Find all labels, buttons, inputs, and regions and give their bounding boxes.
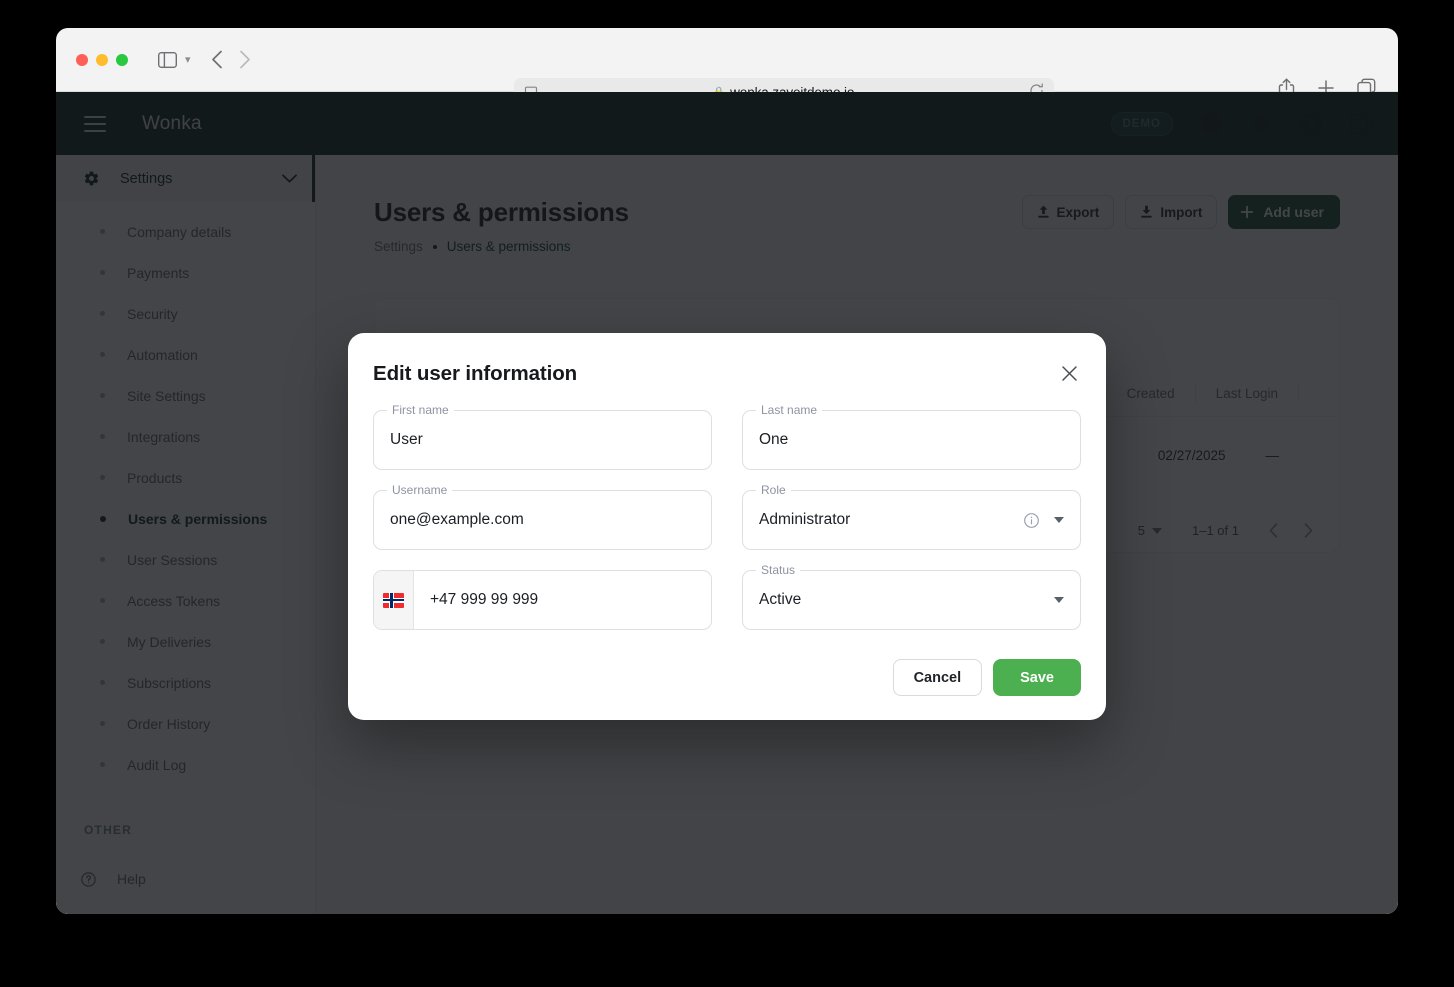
info-icon[interactable] <box>1023 512 1040 529</box>
maximize-window-button[interactable] <box>116 53 128 66</box>
last-name-label: Last name <box>756 404 823 417</box>
phone-field[interactable]: +47 999 99 999 <box>373 570 712 630</box>
modal-title: Edit user information <box>373 362 578 385</box>
username-field[interactable]: Username one@example.com <box>373 484 712 550</box>
first-name-label: First name <box>387 404 454 417</box>
role-adornments <box>1023 512 1064 529</box>
save-button[interactable]: Save <box>993 659 1081 696</box>
window-traffic-lights <box>76 53 128 66</box>
sidebar-toggle-icon[interactable] <box>158 51 177 68</box>
norway-flag-icon <box>383 592 404 608</box>
phone-value: +47 999 99 999 <box>430 591 539 608</box>
status-select[interactable]: Status Active <box>742 564 1081 630</box>
status-adornments <box>1054 597 1064 603</box>
status-value: Active <box>759 591 802 608</box>
last-name-value: One <box>759 431 789 448</box>
status-label: Status <box>756 564 801 577</box>
cancel-button[interactable]: Cancel <box>892 659 983 696</box>
app-area: Wonka DEMO <box>56 92 1398 914</box>
nav-forward-icon[interactable] <box>239 50 251 69</box>
browser-window: ▾ 🔒 wonka.zaveitdemo.io <box>56 28 1398 914</box>
minimize-window-button[interactable] <box>96 53 108 66</box>
phone-country-select[interactable] <box>374 571 414 629</box>
username-value: one@example.com <box>390 511 524 528</box>
chevron-down-icon[interactable] <box>1054 597 1064 603</box>
first-name-value: User <box>390 431 423 448</box>
first-name-field[interactable]: First name User <box>373 404 712 470</box>
close-icon[interactable] <box>1059 363 1080 384</box>
close-window-button[interactable] <box>76 53 88 66</box>
edit-user-form: First name User Last name One Username o… <box>373 404 1081 630</box>
nav-back-icon[interactable] <box>211 50 223 69</box>
modal-footer: Cancel Save <box>373 659 1081 696</box>
last-name-field[interactable]: Last name One <box>742 404 1081 470</box>
role-label: Role <box>756 484 791 497</box>
role-value: Administrator <box>759 511 851 528</box>
browser-toolbar: ▾ 🔒 wonka.zaveitdemo.io <box>56 28 1398 107</box>
phone-input[interactable]: +47 999 99 999 <box>414 571 711 629</box>
chevron-down-icon[interactable] <box>1054 517 1064 523</box>
modal-header: Edit user information <box>373 362 1081 386</box>
sidebar-toggle-caret-icon[interactable]: ▾ <box>185 53 191 66</box>
username-label: Username <box>387 484 453 497</box>
edit-user-modal: Edit user information First name User La… <box>348 333 1106 720</box>
role-select[interactable]: Role Administrator <box>742 484 1081 550</box>
